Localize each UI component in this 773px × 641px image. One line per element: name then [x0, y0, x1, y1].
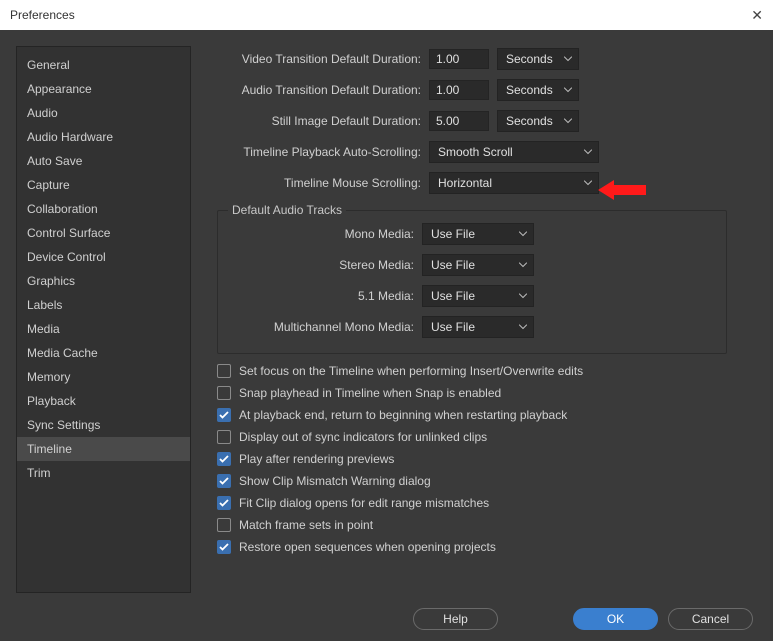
dropdown-value: Smooth Scroll [438, 145, 513, 159]
fiveone-media-dropdown[interactable]: Use File [422, 285, 534, 307]
ok-button[interactable]: OK [573, 608, 658, 630]
chevron-down-icon [564, 88, 572, 93]
dropdown-value: Seconds [506, 52, 553, 66]
checkbox[interactable] [217, 518, 231, 532]
checkbox-label: Display out of sync indicators for unlin… [239, 430, 487, 444]
sidebar-item-timeline[interactable]: Timeline [17, 437, 190, 461]
sidebar-item-memory[interactable]: Memory [17, 365, 190, 389]
playback-autoscroll-label: Timeline Playback Auto-Scrolling: [211, 145, 421, 159]
sidebar-item-media[interactable]: Media [17, 317, 190, 341]
stereo-media-label: Stereo Media: [228, 258, 414, 272]
dropdown-value: Use File [431, 227, 475, 241]
sidebar-item-audio[interactable]: Audio [17, 101, 190, 125]
sidebar-item-device-control[interactable]: Device Control [17, 245, 190, 269]
dropdown-value: Use File [431, 258, 475, 272]
dropdown-value: Seconds [506, 114, 553, 128]
video-transition-input[interactable] [429, 49, 489, 69]
chevron-down-icon [519, 325, 527, 330]
chevron-down-icon [584, 150, 592, 155]
sidebar-item-graphics[interactable]: Graphics [17, 269, 190, 293]
checkbox-label: Snap playhead in Timeline when Snap is e… [239, 386, 501, 400]
sidebar-item-playback[interactable]: Playback [17, 389, 190, 413]
sidebar-item-media-cache[interactable]: Media Cache [17, 341, 190, 365]
checkbox-row: Match frame sets in point [217, 518, 757, 532]
group-legend: Default Audio Tracks [228, 203, 346, 217]
checkbox-row: Restore open sequences when opening proj… [217, 540, 757, 554]
checkbox-row: Display out of sync indicators for unlin… [217, 430, 757, 444]
mono-media-label: Mono Media: [228, 227, 414, 241]
dropdown-value: Use File [431, 289, 475, 303]
multichannel-media-label: Multichannel Mono Media: [228, 320, 414, 334]
sidebar-item-trim[interactable]: Trim [17, 461, 190, 485]
mono-media-dropdown[interactable]: Use File [422, 223, 534, 245]
checkbox[interactable] [217, 386, 231, 400]
checkbox-row: At playback end, return to beginning whe… [217, 408, 757, 422]
preferences-content: Video Transition Default Duration: Secon… [191, 46, 757, 593]
video-transition-label: Video Transition Default Duration: [211, 52, 421, 66]
default-audio-tracks-group: Default Audio Tracks Mono Media: Use Fil… [217, 203, 727, 354]
video-transition-unit-dropdown[interactable]: Seconds [497, 48, 579, 70]
sidebar-item-appearance[interactable]: Appearance [17, 77, 190, 101]
chevron-down-icon [519, 232, 527, 237]
checkbox[interactable] [217, 430, 231, 444]
sidebar-item-audio-hardware[interactable]: Audio Hardware [17, 125, 190, 149]
checkbox-row: Fit Clip dialog opens for edit range mis… [217, 496, 757, 510]
checkbox[interactable] [217, 540, 231, 554]
sidebar-item-general[interactable]: General [17, 53, 190, 77]
audio-transition-unit-dropdown[interactable]: Seconds [497, 79, 579, 101]
checkbox[interactable] [217, 496, 231, 510]
chevron-down-icon [519, 294, 527, 299]
close-icon[interactable]: ✕ [751, 7, 763, 24]
preferences-sidebar: GeneralAppearanceAudioAudio HardwareAuto… [16, 46, 191, 593]
checkbox-row: Play after rendering previews [217, 452, 757, 466]
checkbox-label: Set focus on the Timeline when performin… [239, 364, 583, 378]
dropdown-value: Horizontal [438, 176, 492, 190]
sidebar-item-capture[interactable]: Capture [17, 173, 190, 197]
checkbox-label: Restore open sequences when opening proj… [239, 540, 496, 554]
audio-transition-label: Audio Transition Default Duration: [211, 83, 421, 97]
sidebar-item-auto-save[interactable]: Auto Save [17, 149, 190, 173]
dropdown-value: Seconds [506, 83, 553, 97]
checkbox[interactable] [217, 364, 231, 378]
multichannel-media-dropdown[interactable]: Use File [422, 316, 534, 338]
fiveone-media-label: 5.1 Media: [228, 289, 414, 303]
help-button[interactable]: Help [413, 608, 498, 630]
dropdown-value: Use File [431, 320, 475, 334]
chevron-down-icon [564, 57, 572, 62]
sidebar-item-sync-settings[interactable]: Sync Settings [17, 413, 190, 437]
window-title: Preferences [10, 8, 75, 22]
playback-autoscroll-dropdown[interactable]: Smooth Scroll [429, 141, 599, 163]
chevron-down-icon [519, 263, 527, 268]
checkbox-label: Fit Clip dialog opens for edit range mis… [239, 496, 489, 510]
still-image-input[interactable] [429, 111, 489, 131]
sidebar-item-labels[interactable]: Labels [17, 293, 190, 317]
chevron-down-icon [584, 181, 592, 186]
cancel-button[interactable]: Cancel [668, 608, 753, 630]
checkbox-label: Show Clip Mismatch Warning dialog [239, 474, 431, 488]
sidebar-item-control-surface[interactable]: Control Surface [17, 221, 190, 245]
checkbox-row: Snap playhead in Timeline when Snap is e… [217, 386, 757, 400]
checkbox-row: Show Clip Mismatch Warning dialog [217, 474, 757, 488]
audio-transition-input[interactable] [429, 80, 489, 100]
checkbox-row: Set focus on the Timeline when performin… [217, 364, 757, 378]
sidebar-item-collaboration[interactable]: Collaboration [17, 197, 190, 221]
chevron-down-icon [564, 119, 572, 124]
mouse-scrolling-dropdown[interactable]: Horizontal [429, 172, 599, 194]
checkbox[interactable] [217, 452, 231, 466]
checkbox-label: Match frame sets in point [239, 518, 373, 532]
checkbox[interactable] [217, 474, 231, 488]
mouse-scrolling-label: Timeline Mouse Scrolling: [211, 176, 421, 190]
still-image-label: Still Image Default Duration: [211, 114, 421, 128]
stereo-media-dropdown[interactable]: Use File [422, 254, 534, 276]
checkbox-label: At playback end, return to beginning whe… [239, 408, 567, 422]
still-image-unit-dropdown[interactable]: Seconds [497, 110, 579, 132]
checkbox[interactable] [217, 408, 231, 422]
checkbox-label: Play after rendering previews [239, 452, 394, 466]
